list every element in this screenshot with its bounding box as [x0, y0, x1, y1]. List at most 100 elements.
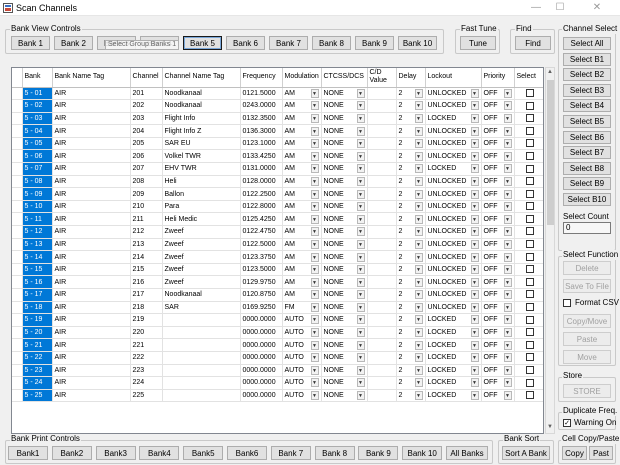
lockout-cell[interactable]: UNLOCKED ▼ [425, 149, 482, 164]
dropdown-arrow-icon[interactable]: ▼ [503, 315, 512, 325]
bank-name-tag-cell[interactable]: AIR [52, 250, 131, 264]
bank-print-button-1[interactable]: Bank1 [8, 446, 48, 460]
cd-value-cell[interactable] [367, 99, 397, 113]
priority-cell[interactable]: OFF ▼ [481, 338, 515, 352]
table-row[interactable]: 5 - 18 AIR 218 SAR 0169.9250 FM ▼ NONE ▼ 2 ▼ UNLOCK… [12, 301, 543, 315]
frequency-cell[interactable]: 0136.3000 [240, 124, 283, 138]
select-cell[interactable] [514, 263, 543, 277]
channel-cell[interactable]: 204 [130, 124, 163, 138]
frequency-cell[interactable]: 0132.3500 [240, 112, 283, 126]
ctcss-dcs-cell-combo[interactable]: NONE ▼ [324, 113, 365, 123]
channel-select-button-7[interactable]: Select B7 [563, 146, 611, 160]
lockout-cell-combo[interactable]: UNLOCKED ▼ [428, 265, 479, 275]
modulation-cell-combo[interactable]: AUTO ▼ [285, 365, 319, 375]
ctcss-dcs-cell[interactable]: NONE ▼ [321, 175, 368, 189]
cd-value-cell[interactable] [367, 124, 397, 138]
delay-cell[interactable]: 2 ▼ [396, 288, 426, 302]
select-cell[interactable] [514, 137, 543, 151]
cd-value-cell[interactable] [367, 326, 397, 340]
dropdown-arrow-icon[interactable]: ▼ [356, 378, 365, 388]
ctcss-dcs-cell-combo[interactable]: NONE ▼ [324, 302, 365, 312]
dropdown-arrow-icon[interactable]: ▼ [470, 164, 479, 174]
priority-cell[interactable]: OFF ▼ [481, 225, 515, 239]
priority-cell[interactable]: OFF ▼ [481, 238, 515, 252]
save-to-file-button[interactable]: Save To File [563, 279, 611, 293]
lockout-cell-combo[interactable]: UNLOCKED ▼ [428, 214, 479, 224]
modulation-cell-combo[interactable]: AUTO ▼ [285, 353, 319, 363]
modulation-cell-combo[interactable]: AM ▼ [285, 239, 319, 249]
delay-cell-combo[interactable]: 2 ▼ [399, 139, 423, 149]
dropdown-arrow-icon[interactable]: ▼ [503, 378, 512, 388]
priority-cell[interactable]: OFF ▼ [481, 87, 515, 101]
table-row[interactable]: 5 - 24 AIR 224 0000.0000 AUTO ▼ NONE ▼ 2 ▼ LOCKED ▼… [12, 376, 543, 390]
dropdown-arrow-icon[interactable]: ▼ [310, 391, 319, 401]
modulation-cell-combo[interactable]: AM ▼ [285, 214, 319, 224]
select-cell[interactable] [514, 389, 543, 403]
ctcss-dcs-cell-combo[interactable]: NONE ▼ [324, 378, 365, 388]
delay-cell-combo[interactable]: 2 ▼ [399, 391, 423, 401]
priority-cell-combo[interactable]: OFF ▼ [484, 315, 512, 325]
modulation-cell[interactable]: AUTO ▼ [282, 364, 322, 378]
format-csv-checkbox[interactable] [563, 298, 571, 307]
dropdown-arrow-icon[interactable]: ▼ [503, 227, 512, 237]
modulation-cell-combo[interactable]: AM ▼ [285, 290, 319, 300]
delay-cell[interactable]: 2 ▼ [396, 275, 426, 289]
select-cell[interactable] [514, 326, 543, 340]
channel-cell[interactable]: 221 [130, 338, 163, 352]
bank-print-button-7[interactable]: Bank 7 [270, 446, 311, 460]
lockout-cell-combo[interactable]: LOCKED ▼ [428, 378, 479, 388]
dropdown-arrow-icon[interactable]: ▼ [414, 315, 423, 325]
priority-cell[interactable]: OFF ▼ [481, 301, 515, 315]
dropdown-arrow-icon[interactable]: ▼ [414, 340, 423, 350]
table-row[interactable]: 5 - 08 AIR 208 Heli 0128.0000 AM ▼ NONE ▼ 2 ▼ UNLOC… [12, 175, 543, 189]
lockout-cell-combo[interactable]: LOCKED ▼ [428, 113, 479, 123]
dropdown-arrow-icon[interactable]: ▼ [356, 88, 365, 98]
bank-print-button-2[interactable]: Bank2 [51, 446, 92, 460]
col-header-bank-name-tag[interactable]: Bank Name Tag [52, 68, 131, 88]
ctcss-dcs-cell[interactable]: NONE ▼ [321, 238, 368, 252]
modulation-cell-combo[interactable]: AUTO ▼ [285, 391, 319, 401]
bank-name-tag-cell[interactable]: AIR [52, 313, 131, 327]
row-header-cell[interactable] [12, 301, 23, 315]
dropdown-arrow-icon[interactable]: ▼ [503, 328, 512, 338]
channel-name-tag-cell[interactable] [162, 376, 241, 390]
bank-view-button-7[interactable]: Bank 7 [269, 36, 308, 50]
lockout-cell-combo[interactable]: UNLOCKED ▼ [428, 139, 479, 149]
ctcss-dcs-cell-combo[interactable]: NONE ▼ [324, 139, 365, 149]
priority-cell[interactable]: OFF ▼ [481, 250, 515, 264]
dropdown-arrow-icon[interactable]: ▼ [414, 277, 423, 287]
ctcss-dcs-cell[interactable]: NONE ▼ [321, 187, 368, 201]
row-header-cell[interactable] [12, 112, 23, 126]
select-checkbox[interactable] [525, 303, 534, 312]
bank-view-button-2[interactable]: Bank 2 [54, 36, 93, 50]
ctcss-dcs-cell-combo[interactable]: NONE ▼ [324, 151, 365, 161]
lockout-cell[interactable]: UNLOCKED ▼ [425, 250, 482, 264]
delay-cell[interactable]: 2 ▼ [396, 175, 426, 189]
channel-select-button-3[interactable]: Select B3 [563, 83, 611, 97]
frequency-cell[interactable]: 0125.4250 [240, 212, 283, 227]
ctcss-dcs-cell-combo[interactable]: NONE ▼ [324, 214, 365, 224]
dropdown-arrow-icon[interactable]: ▼ [470, 391, 479, 401]
delay-cell[interactable]: 2 ▼ [396, 250, 426, 264]
dropdown-arrow-icon[interactable]: ▼ [310, 88, 319, 98]
select-cell[interactable] [514, 187, 543, 201]
bank-name-tag-cell[interactable]: AIR [52, 376, 131, 390]
priority-cell-combo[interactable]: OFF ▼ [484, 202, 512, 212]
priority-cell[interactable]: OFF ▼ [481, 162, 515, 176]
delay-cell-combo[interactable]: 2 ▼ [399, 189, 423, 199]
sort-a-bank-button[interactable]: Sort A Bank [502, 446, 550, 460]
priority-cell-combo[interactable]: OFF ▼ [484, 126, 512, 136]
select-cell[interactable] [514, 275, 543, 289]
table-row[interactable]: 5 - 25 AIR 225 0000.0000 AUTO ▼ NONE ▼ 2 ▼ LOCKED ▼… [12, 389, 543, 403]
channel-name-tag-cell[interactable]: Ballon [162, 187, 241, 201]
row-header-cell[interactable] [12, 275, 23, 289]
frequency-cell[interactable]: 0122.4750 [240, 225, 283, 239]
ctcss-dcs-cell[interactable]: NONE ▼ [321, 301, 368, 315]
ctcss-dcs-cell[interactable]: NONE ▼ [321, 389, 368, 403]
delay-cell-combo[interactable]: 2 ▼ [399, 315, 423, 325]
ctcss-dcs-cell-combo[interactable]: NONE ▼ [324, 227, 365, 237]
select-cell[interactable] [514, 99, 543, 113]
priority-cell[interactable]: OFF ▼ [481, 137, 515, 151]
dropdown-arrow-icon[interactable]: ▼ [470, 328, 479, 338]
bank-cell[interactable]: 5 - 01 [22, 87, 53, 101]
